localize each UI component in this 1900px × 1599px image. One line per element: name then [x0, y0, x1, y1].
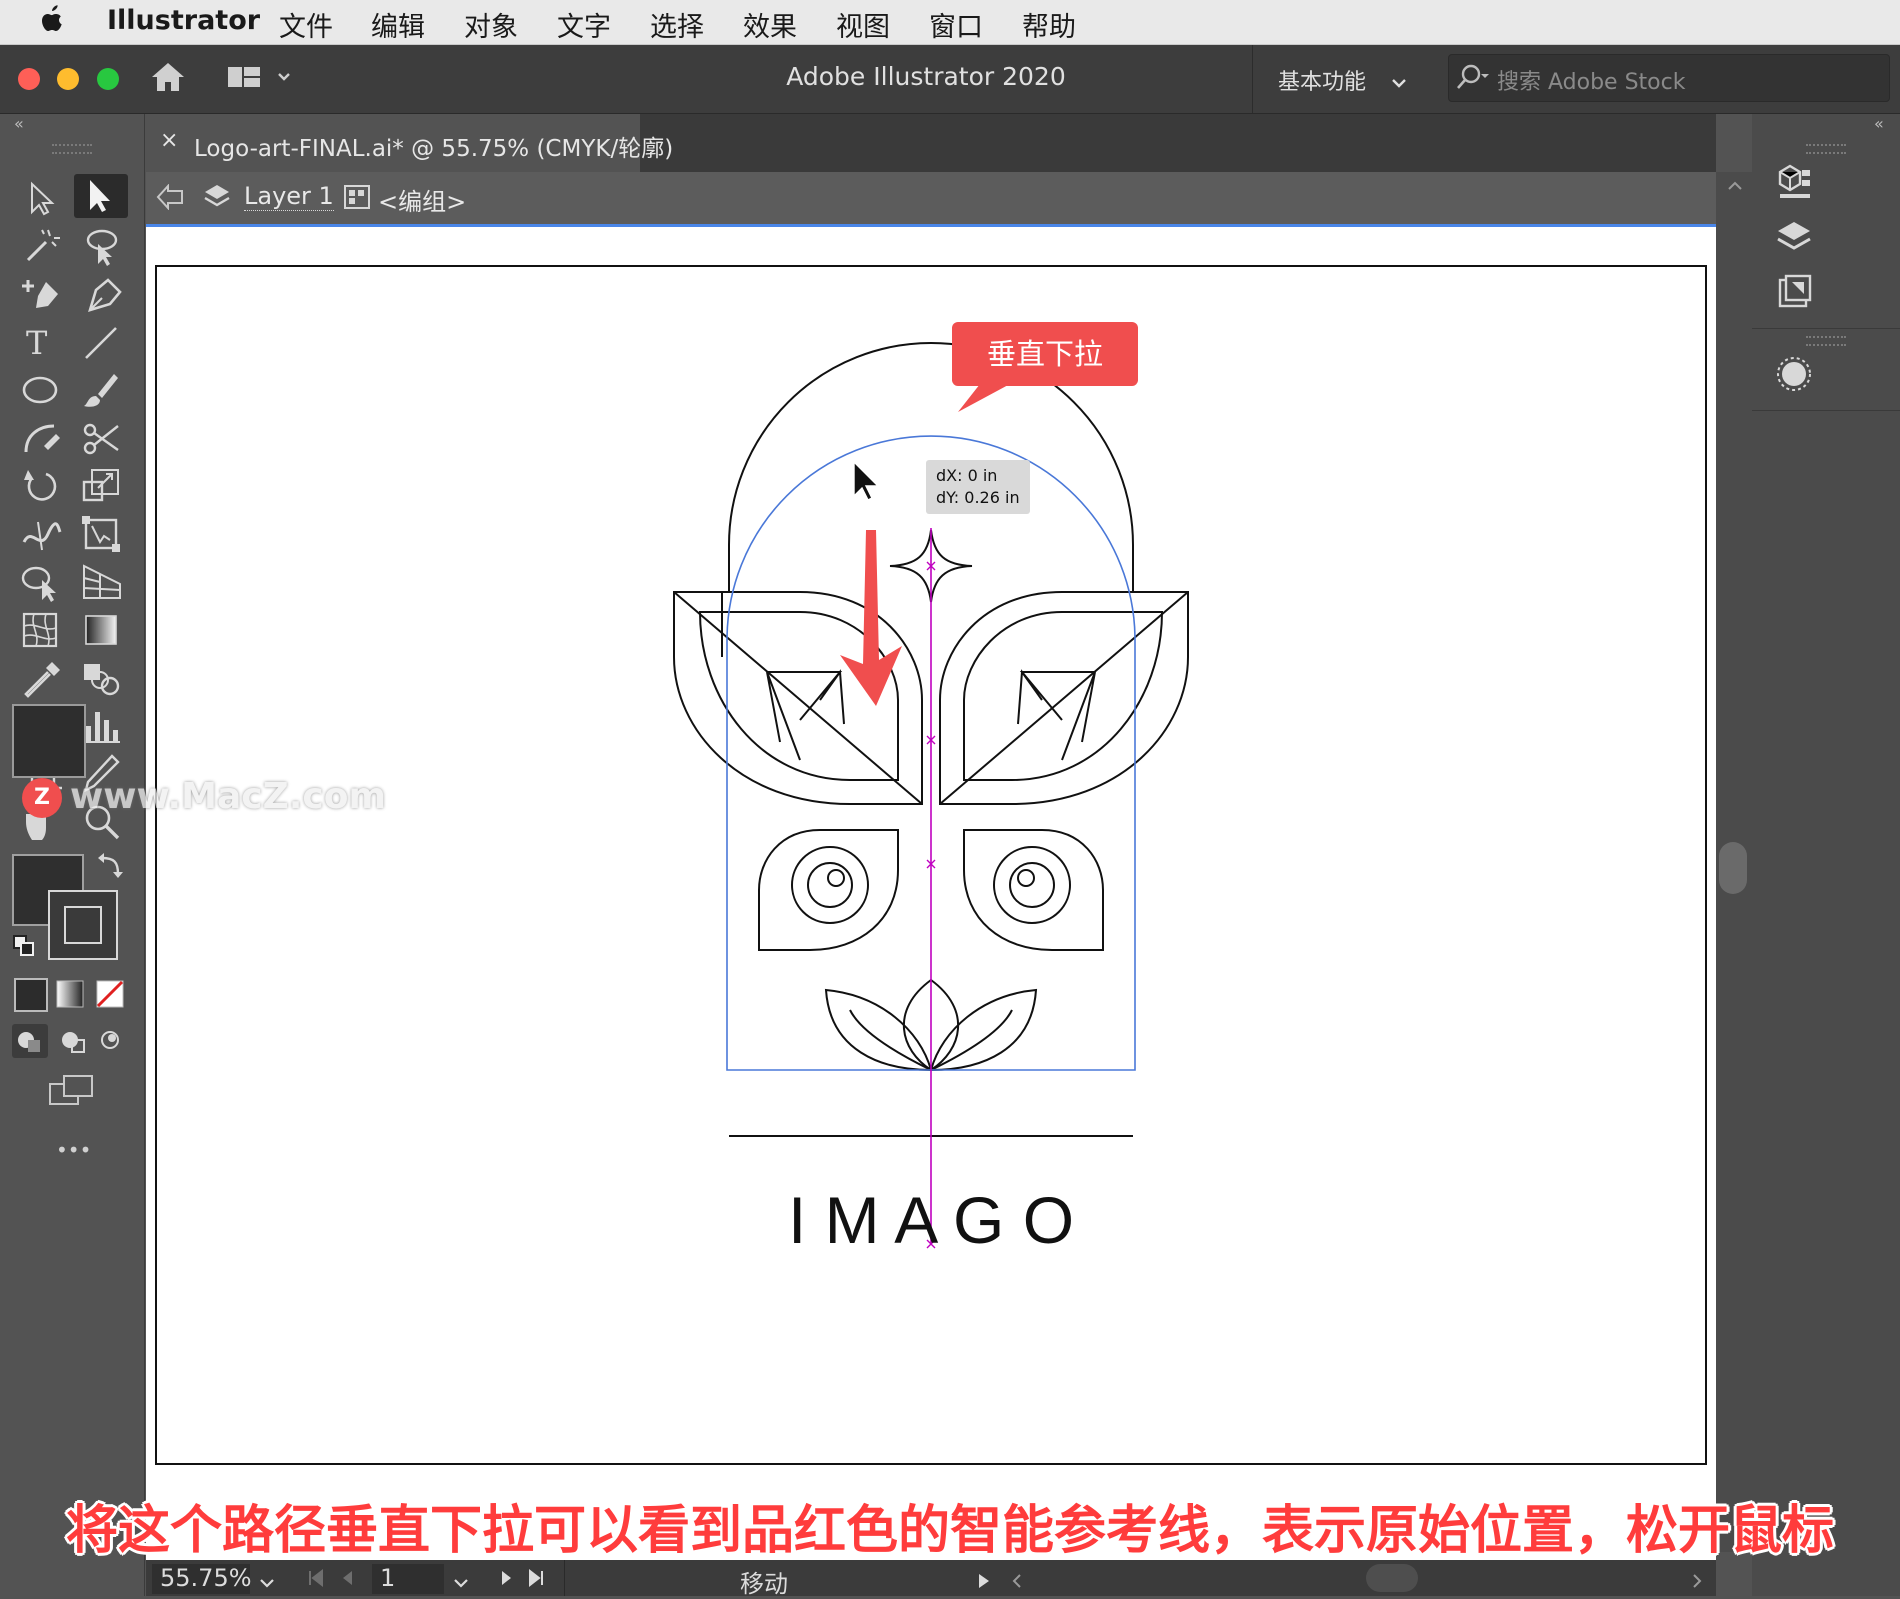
status-bar: 55.75% 1 移动	[146, 1560, 1716, 1598]
last-artboard-icon[interactable]	[526, 1566, 546, 1594]
move-tooltip: dX: 0 in dY: 0.26 in	[926, 460, 1030, 514]
left-wing-diagonal	[673, 591, 923, 805]
watermark-badge: Z	[22, 778, 62, 818]
watermark-text: www.MacZ.com	[70, 776, 386, 817]
horizontal-scroll-thumb[interactable]	[1366, 1564, 1418, 1592]
callout-bubble: 垂直下拉	[952, 322, 1138, 386]
right-wing-diagonal	[939, 591, 1189, 805]
zoom-field[interactable]: 55.75%	[152, 1564, 252, 1594]
previous-artboard-icon[interactable]	[338, 1566, 358, 1594]
status-divider	[564, 1560, 565, 1596]
status-menu-icon[interactable]	[976, 1568, 992, 1596]
tutorial-caption: 将这个路径垂直下拉可以看到品红色的智能参考线，表示原始位置，松开鼠标	[65, 1501, 1834, 1561]
logo-wordmark: I M A G O	[787, 1183, 1075, 1257]
mouse-cursor-icon	[853, 460, 880, 501]
next-artboard-icon[interactable]	[496, 1566, 516, 1594]
artboard-dropdown-icon[interactable]	[452, 1568, 470, 1596]
scroll-left-icon[interactable]	[1010, 1568, 1024, 1596]
callout-pointer	[958, 384, 1010, 412]
tooltip-dx: dX: 0 in	[936, 466, 998, 485]
status-mode-label: 移动	[740, 1570, 788, 1598]
first-artboard-icon[interactable]	[306, 1566, 326, 1594]
scroll-right-icon[interactable]	[1690, 1568, 1704, 1596]
artboard-number-field[interactable]: 1	[372, 1564, 444, 1594]
zoom-dropdown-icon[interactable]	[258, 1568, 276, 1596]
drag-arrow-icon	[840, 530, 902, 706]
tooltip-dy: dY: 0.26 in	[936, 488, 1020, 507]
